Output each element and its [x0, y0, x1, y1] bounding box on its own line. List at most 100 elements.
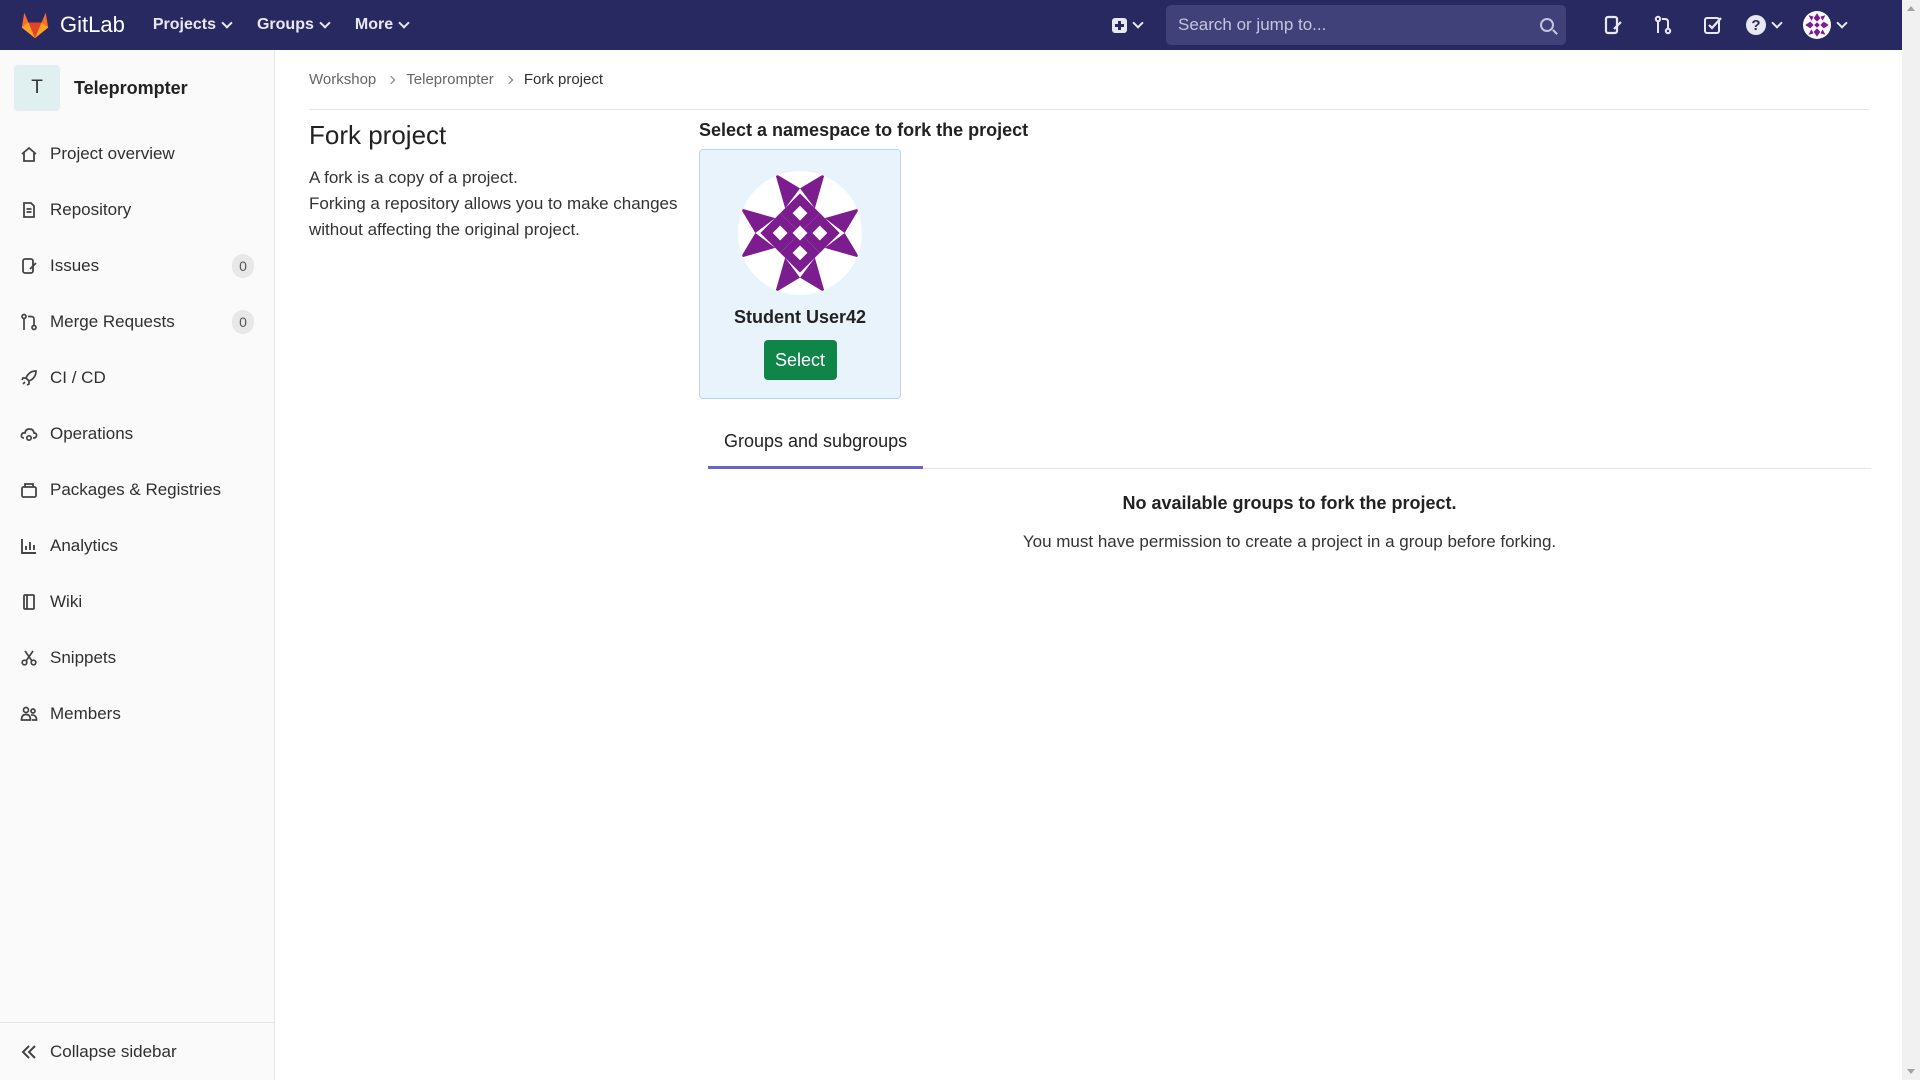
sidebar-item-label: CI / CD [50, 368, 106, 387]
sidebar-item-operations[interactable]: Operations [0, 406, 274, 462]
chevron-down-icon [1132, 17, 1144, 29]
namespace-section: Select a namespace to fork the project S… [699, 120, 1871, 552]
sidebar-item-repository[interactable]: Repository [0, 182, 274, 238]
chevron-right-icon [387, 75, 396, 84]
top-navbar: GitLab Projects Groups More ? [0, 0, 1902, 50]
cloud-gear-icon [20, 428, 38, 442]
plus-square-icon [1112, 17, 1127, 33]
sidebar-item-label: Wiki [50, 592, 83, 611]
sidebar-item-merge-requests[interactable]: Merge Requests 0 [0, 294, 274, 350]
nav-more-label: More [354, 16, 394, 33]
sidebar-item-label: Operations [50, 424, 134, 443]
breadcrumb-workshop[interactable]: Workshop [309, 71, 376, 88]
fork-description-line2: Forking a repository allows you to make … [309, 194, 678, 239]
sidebar-nav: Project overview Repository Issues 0 Mer… [0, 126, 274, 742]
users-icon [20, 706, 38, 721]
todo-check-icon [1704, 17, 1722, 34]
scroll-down-arrow-icon[interactable] [1907, 1069, 1915, 1074]
empty-state-title: No available groups to fork the project. [1122, 493, 1457, 513]
nav-projects[interactable]: Projects [152, 16, 233, 34]
sidebar-item-wiki[interactable]: Wiki [0, 574, 274, 630]
navbar-right: ? [1112, 0, 1848, 50]
merge-request-icon [21, 313, 37, 331]
sidebar-item-label: Merge Requests [50, 312, 175, 331]
logo-text: GitLab [60, 12, 125, 37]
search-icon[interactable] [1540, 18, 1554, 32]
chevron-down-icon [398, 17, 410, 29]
scroll-up-arrow-icon[interactable] [1907, 6, 1915, 11]
question-icon: ? [1746, 15, 1766, 35]
namespace-title: Select a namespace to fork the project [699, 120, 1029, 140]
sidebar-project-header[interactable]: T Teleprompter [0, 50, 274, 126]
select-namespace-button[interactable]: Select [763, 340, 837, 380]
issues-nav-button[interactable] [1588, 0, 1638, 50]
chevron-right-icon [504, 75, 514, 84]
double-chevron-left-icon [21, 1044, 36, 1059]
merge-requests-count-badge: 0 [232, 310, 254, 334]
new-item-dropdown[interactable] [1112, 17, 1144, 33]
sidebar-item-label: Repository [50, 200, 132, 219]
sidebar-item-label: Snippets [50, 648, 117, 667]
project-avatar: T [14, 65, 60, 111]
namespace-avatar [738, 171, 862, 295]
chevron-down-icon [1836, 17, 1848, 29]
breadcrumb-teleprompter[interactable]: Teleprompter [406, 71, 494, 88]
nav-groups-label: Groups [256, 16, 314, 33]
page-title: Fork project [309, 120, 447, 150]
issues-count-badge: 0 [232, 254, 254, 278]
search-box [1166, 5, 1566, 45]
sidebar-item-label: Analytics [50, 536, 119, 555]
rocket-icon [21, 370, 37, 386]
nav-projects-label: Projects [152, 16, 216, 33]
chevron-down-icon [319, 17, 331, 29]
user-menu-dropdown[interactable] [1803, 11, 1848, 39]
breadcrumb-current[interactable]: Fork project [524, 71, 603, 88]
main-menu: Projects Groups More [153, 16, 434, 34]
sidebar-item-label: Issues [50, 256, 100, 275]
merge-request-icon [1654, 15, 1672, 35]
todos-nav-button[interactable] [1688, 0, 1738, 50]
book-icon [23, 594, 35, 610]
sidebar-item-ci-cd[interactable]: CI / CD [0, 350, 274, 406]
scissors-icon [21, 650, 37, 666]
issues-icon [1604, 15, 1622, 35]
nav-more[interactable]: More [354, 16, 410, 34]
empty-state: No available groups to fork the project.… [708, 493, 1871, 552]
sidebar-item-label: Members [50, 704, 121, 723]
sidebar-item-analytics[interactable]: Analytics [0, 518, 274, 574]
fork-description-line1: A fork is a copy of a project. [309, 168, 518, 187]
page-scrollbar[interactable] [1902, 0, 1920, 1080]
breadcrumb: Workshop Teleprompter Fork project [309, 50, 1869, 110]
collapse-sidebar-button[interactable]: Collapse sidebar [0, 1022, 274, 1080]
gitlab-fox-icon [21, 12, 49, 39]
sidebar-item-label: Packages & Registries [50, 480, 222, 499]
chevron-down-icon [1771, 17, 1783, 29]
search-input[interactable] [1178, 15, 1540, 35]
sidebar-item-label: Project overview [50, 144, 175, 163]
tab-groups-and-subgroups[interactable]: Groups and subgroups [708, 417, 924, 469]
sidebar-item-members[interactable]: Members [0, 686, 274, 742]
chevron-down-icon [221, 17, 233, 29]
empty-state-description: You must have permission to create a pro… [1022, 532, 1557, 551]
merge-requests-nav-button[interactable] [1638, 0, 1688, 50]
issues-icon [22, 258, 37, 274]
sidebar-item-issues[interactable]: Issues 0 [0, 238, 274, 294]
chart-icon [21, 539, 36, 554]
project-sidebar: T Teleprompter Project overview Reposito… [0, 50, 275, 1080]
document-icon [23, 202, 35, 218]
sidebar-item-packages-registries[interactable]: Packages & Registries [0, 462, 274, 518]
fork-info: Fork project A fork is a copy of a proje… [309, 120, 679, 243]
identicon-icon [1805, 13, 1829, 37]
sidebar-item-project-overview[interactable]: Project overview [0, 126, 274, 182]
help-dropdown[interactable]: ? [1746, 15, 1783, 35]
collapse-sidebar-label: Collapse sidebar [50, 1041, 177, 1061]
package-icon [21, 483, 37, 498]
main-content: Workshop Teleprompter Fork project Fork … [309, 50, 1871, 551]
nav-groups[interactable]: Groups [256, 16, 331, 34]
gitlab-logo[interactable]: GitLab [20, 11, 125, 39]
sidebar-item-snippets[interactable]: Snippets [0, 630, 274, 686]
project-name: Teleprompter [74, 77, 188, 98]
identicon-icon [740, 173, 860, 293]
groups-tabs: Groups and subgroups [708, 417, 1871, 469]
home-icon [21, 146, 37, 162]
